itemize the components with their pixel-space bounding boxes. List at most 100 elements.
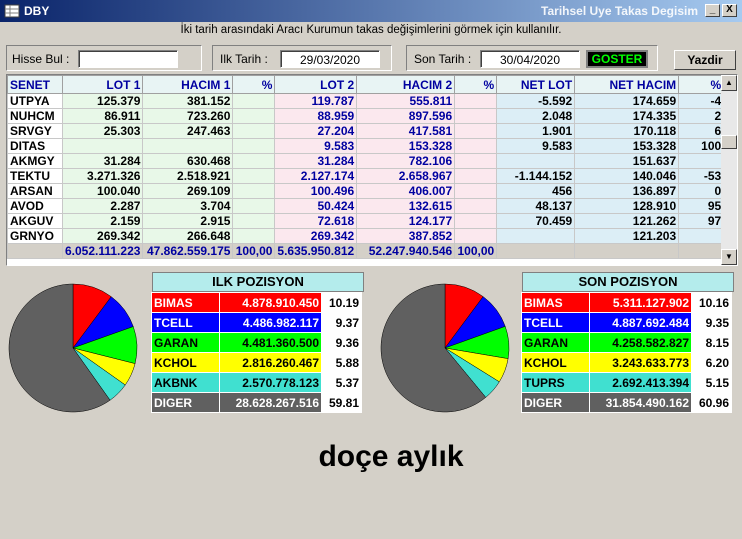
column-header[interactable]: % (678, 75, 725, 94)
table-cell (454, 198, 498, 214)
position-pct: 5.88 (321, 352, 362, 373)
table-cell (454, 168, 498, 184)
scroll-up-icon[interactable]: ▲ (721, 75, 737, 91)
table-cell: AVOD (7, 198, 63, 214)
position-value: 4.878.910.450 (219, 292, 322, 313)
son-pozisyon-pie-chart (380, 283, 510, 413)
table-cell (496, 153, 576, 169)
table-cell: 269.342 (61, 228, 144, 244)
table-row[interactable]: GRNYO 269.342 266.648 269.342 387.852 121.203 (7, 228, 725, 244)
position-row: TCELL 4.887.692.484 9.35 (521, 312, 732, 333)
position-name: BIMAS (521, 292, 590, 313)
table-cell (454, 183, 498, 199)
position-pct: 10.19 (321, 292, 362, 313)
position-row: BIMAS 4.878.910.450 10.19 (151, 292, 362, 313)
totals-row: 6.052.111.223 47.862.559.175 100,00 5.635.9… (7, 243, 725, 259)
start-date-field[interactable]: 29/03/2020 (280, 50, 380, 68)
table-cell (232, 123, 276, 139)
table-cell: 174.335 (574, 108, 680, 124)
table-cell: AKGUV (7, 213, 63, 229)
ilk-pozisyon-title: ILK POZISYON (152, 272, 364, 292)
column-header[interactable]: HACIM 1 (142, 75, 234, 94)
table-cell: 100.496 (274, 183, 358, 199)
position-pct: 59.81 (321, 392, 362, 413)
table-cell: 50.424 (274, 198, 358, 214)
scroll-thumb[interactable] (721, 135, 737, 149)
position-row: KCHOL 2.816.260.467 5.88 (151, 352, 362, 373)
position-pct: 9.37 (321, 312, 362, 333)
grid-vertical-scrollbar[interactable]: ▲ ▼ (721, 75, 737, 265)
son-pozisyon-title: SON POZISYON (522, 272, 734, 292)
total-cell: 52.247.940.546 (356, 243, 456, 259)
search-input[interactable] (78, 50, 178, 68)
table-cell (454, 123, 498, 139)
end-date-field[interactable]: 30/04/2020 (480, 50, 580, 68)
column-header[interactable]: NET HACIM (574, 75, 680, 94)
minimize-button[interactable]: _ (705, 4, 720, 17)
table-row[interactable]: DITAS 9.583 153.328 9.583 153.328 100 (7, 138, 725, 154)
table-cell (454, 213, 498, 229)
position-pct: 8.15 (691, 332, 732, 353)
table-row[interactable]: AKMGY 31.284 630.468 31.284 782.106 151.637 (7, 153, 725, 169)
table-cell: 2.915 (142, 213, 234, 229)
table-row[interactable]: TEKTU 3.271.326 2.518.921 2.127.174 2.658.96… (7, 168, 725, 184)
usage-hint: İki tarih arasındaki Aracı Kurumun takas… (180, 24, 562, 36)
table-cell: 782.106 (356, 153, 456, 169)
table-cell: 119.787 (274, 93, 358, 109)
table-row[interactable]: NUHCM 86.911 723.260 88.959 897.596 2.048 174.… (7, 108, 725, 124)
table-cell (232, 93, 276, 109)
table-row[interactable]: ARSAN 100.040 269.109 100.496 406.007 456 136.… (7, 183, 725, 199)
column-header[interactable]: % (232, 75, 276, 94)
table-cell: 170.118 (574, 123, 680, 139)
table-cell: 2.159 (61, 213, 144, 229)
table-cell: 0 (678, 183, 725, 199)
column-header[interactable]: SENET (7, 75, 63, 94)
table-cell: 121.203 (574, 228, 680, 244)
table-cell (232, 228, 276, 244)
position-value: 4.887.692.484 (589, 312, 692, 333)
table-cell: 25.303 (61, 123, 144, 139)
total-cell: 100,00 (454, 243, 498, 259)
column-header[interactable]: LOT 1 (61, 75, 144, 94)
table-cell: 555.811 (356, 93, 456, 109)
position-row: BIMAS 5.311.127.902 10.16 (521, 292, 732, 313)
table-row[interactable]: AVOD 2.287 3.704 50.424 132.615 48.137 128.910… (7, 198, 725, 214)
table-cell: 95 (678, 198, 725, 214)
column-header[interactable]: LOT 2 (274, 75, 358, 94)
total-cell (496, 243, 576, 259)
scroll-down-icon[interactable]: ▼ (721, 249, 737, 265)
show-button[interactable]: GOSTER (586, 50, 648, 68)
table-cell: 269.109 (142, 183, 234, 199)
table-row[interactable]: UTPYA 125.379 381.152 119.787 555.811 -5.592 1… (7, 93, 725, 109)
table-cell: AKMGY (7, 153, 63, 169)
print-button[interactable]: Yazdir (674, 50, 736, 70)
position-pct: 9.36 (321, 332, 362, 353)
total-cell: 5.635.950.812 (274, 243, 358, 259)
column-header[interactable]: HACIM 2 (356, 75, 456, 94)
table-cell: 31.284 (61, 153, 144, 169)
son-pozisyon-table: BIMAS 5.311.127.902 10.16 TCELL 4.887.692.48… (521, 292, 732, 413)
close-button[interactable]: X (722, 4, 737, 17)
position-value: 31.854.490.162 (589, 392, 692, 413)
table-row[interactable]: SRVGY 25.303 247.463 27.204 417.581 1.901 170.… (7, 123, 725, 139)
table-cell (232, 153, 276, 169)
table-cell: 9.583 (496, 138, 576, 154)
start-date-label: Ilk Tarih : (220, 52, 268, 66)
position-name: DIGER (151, 392, 220, 413)
table-cell: 269.342 (274, 228, 358, 244)
column-header[interactable]: % (454, 75, 498, 94)
column-header[interactable]: NET LOT (496, 75, 576, 94)
table-row[interactable]: AKGUV 2.159 2.915 72.618 124.177 70.459 121.26… (7, 213, 725, 229)
table-cell: SRVGY (7, 123, 63, 139)
table-cell (454, 138, 498, 154)
position-value: 5.311.127.902 (589, 292, 692, 313)
table-cell: 2.658.967 (356, 168, 456, 184)
position-value: 2.816.260.467 (219, 352, 322, 373)
position-value: 4.481.360.500 (219, 332, 322, 353)
window-subtitle: Tarihsel Uye Takas Degisim (541, 4, 698, 18)
table-cell: 381.152 (142, 93, 234, 109)
table-cell: 70.459 (496, 213, 576, 229)
table-cell (232, 198, 276, 214)
table-cell (232, 183, 276, 199)
position-name: KCHOL (521, 352, 590, 373)
